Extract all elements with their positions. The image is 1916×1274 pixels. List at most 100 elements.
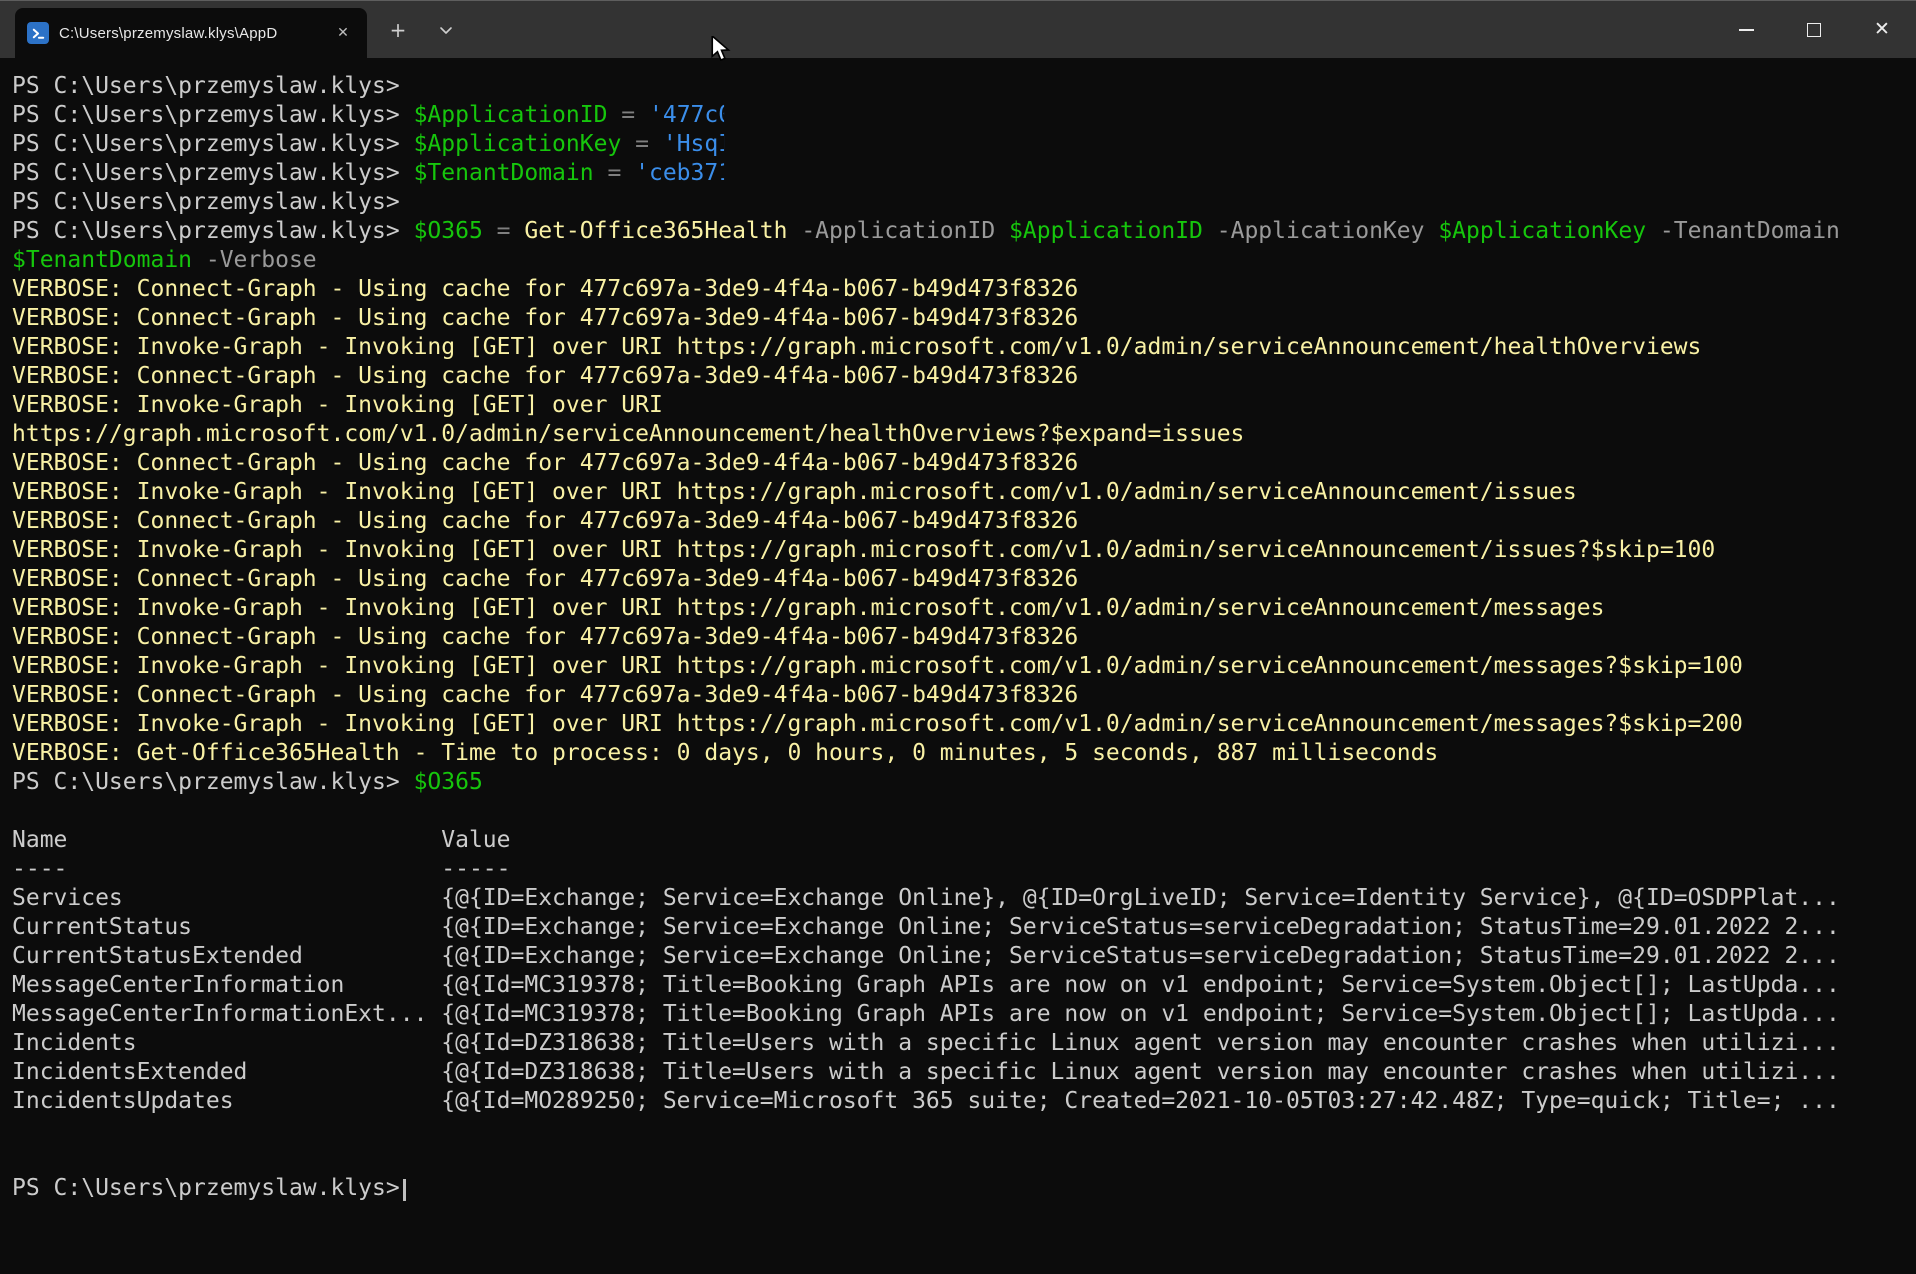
close-icon: ✕ — [337, 25, 349, 41]
terminal-line: IncidentsUpdates {@{Id=MO289250; Service… — [12, 1087, 1916, 1116]
terminal-line: VERBOSE: Invoke-Graph - Invoking [GET] o… — [12, 594, 1916, 623]
terminal-text-segment: VERBOSE: Invoke-Graph - Invoking [GET] o… — [12, 334, 1701, 360]
terminal-line: VERBOSE: Invoke-Graph - Invoking [GET] o… — [12, 536, 1916, 565]
terminal-line: Services {@{ID=Exchange; Service=Exchang… — [12, 884, 1916, 913]
powershell-icon — [27, 22, 49, 44]
terminal-text-segment: https://graph.microsoft.com/v1.0/admin/s… — [12, 421, 1244, 447]
terminal-line: VERBOSE: Connect-Graph - Using cache for… — [12, 449, 1916, 478]
terminal-text-segment: VERBOSE: Connect-Graph - Using cache for… — [12, 566, 1078, 592]
chevron-down-icon — [439, 23, 453, 37]
terminal-text-segment: PS C:\Users\przemyslaw.klys> — [12, 102, 414, 128]
terminal-text-segment: -Verbose — [192, 247, 317, 273]
terminal-text-segment: -TenantDomain — [1646, 218, 1840, 244]
terminal-text-segment: 1 — [718, 160, 732, 186]
terminal-line: PS C:\Users\przemyslaw.klys> $Applicatio… — [12, 130, 1916, 159]
terminal-line — [12, 1116, 1916, 1145]
terminal-text-segment: Services {@{ID=Exchange; Service=Exchang… — [12, 885, 1840, 911]
terminal-text-segment: $ApplicationID — [1009, 218, 1203, 244]
terminal-line: VERBOSE: Invoke-Graph - Invoking [GET] o… — [12, 333, 1916, 362]
terminal-text-segment: VERBOSE: Connect-Graph - Using cache for… — [12, 682, 1078, 708]
plus-icon: + — [390, 18, 407, 42]
terminal-line: VERBOSE: Connect-Graph - Using cache for… — [12, 565, 1916, 594]
terminal-text-segment: PS C:\Users\przemyslaw.klys> — [12, 769, 414, 795]
terminal-text-segment: = — [607, 102, 649, 128]
terminal-line: PS C:\Users\przemyslaw.klys> — [12, 1174, 1916, 1203]
terminal-text-segment: VERBOSE: Invoke-Graph - Invoking [GET] o… — [12, 479, 1577, 505]
close-icon: ✕ — [1874, 20, 1890, 39]
tab-close-button[interactable]: ✕ — [331, 21, 355, 45]
terminal-line: VERBOSE: Invoke-Graph - Invoking [GET] o… — [12, 652, 1916, 681]
terminal-output[interactable]: PS C:\Users\przemyslaw.klys>PS C:\Users\… — [0, 58, 1916, 1274]
terminal-text-segment: CurrentStatus {@{ID=Exchange; Service=Ex… — [12, 914, 1840, 940]
terminal-text-segment: $ApplicationID — [414, 102, 608, 128]
terminal-line: https://graph.microsoft.com/v1.0/admin/s… — [12, 420, 1916, 449]
terminal-text-segment: $TenantDomain — [414, 160, 594, 186]
terminal-line: $TenantDomain -Verbose — [12, 246, 1916, 275]
terminal-text-segment: = — [483, 218, 525, 244]
terminal-text-segment: IncidentsExtended {@{Id=DZ318638; Title=… — [12, 1059, 1840, 1085]
new-tab-button[interactable]: + — [381, 13, 415, 47]
terminal-line: PS C:\Users\przemyslaw.klys> $TenantDoma… — [12, 159, 1916, 188]
terminal-text-segment: 'ceb37 — [635, 160, 718, 186]
terminal-line: PS C:\Users\przemyslaw.klys> — [12, 188, 1916, 217]
terminal-line: IncidentsExtended {@{Id=DZ318638; Title=… — [12, 1058, 1916, 1087]
window-controls: ✕ — [1712, 1, 1916, 58]
terminal-text-segment: CurrentStatusExtended {@{ID=Exchange; Se… — [12, 943, 1840, 969]
terminal-line: MessageCenterInformationExt... {@{Id=MC3… — [12, 1000, 1916, 1029]
terminal-line: ---- ----- — [12, 855, 1916, 884]
titlebar: C:\Users\przemyslaw.klys\AppD ✕ + ✕ — [0, 0, 1916, 58]
terminal-line: VERBOSE: Invoke-Graph - Invoking [GET] o… — [12, 391, 1916, 420]
terminal-text-segment: VERBOSE: Invoke-Graph - Invoking [GET] o… — [12, 711, 1743, 737]
terminal-text-segment: VERBOSE: Invoke-Graph - Invoking [GET] o… — [12, 595, 1604, 621]
terminal-text-segment: PS C:\Users\przemyslaw.klys> — [12, 73, 400, 99]
terminal-text-segment: VERBOSE: Invoke-Graph - Invoking [GET] o… — [12, 392, 663, 418]
terminal-line — [12, 797, 1916, 826]
maximize-button[interactable] — [1780, 1, 1848, 58]
terminal-text-segment: I — [718, 131, 732, 157]
terminal-text-segment: = — [594, 160, 636, 186]
terminal-line: PS C:\Users\przemyslaw.klys> $O365 = Get… — [12, 217, 1916, 246]
terminal-line: VERBOSE: Connect-Graph - Using cache for… — [12, 275, 1916, 304]
terminal-line: VERBOSE: Connect-Graph - Using cache for… — [12, 304, 1916, 333]
terminal-text-segment: PS C:\Users\przemyslaw.klys> — [12, 1175, 400, 1201]
minimize-button[interactable] — [1712, 1, 1780, 58]
terminal-line: CurrentStatus {@{ID=Exchange; Service=Ex… — [12, 913, 1916, 942]
terminal-line: PS C:\Users\przemyslaw.klys> $Applicatio… — [12, 101, 1916, 130]
terminal-line: VERBOSE: Invoke-Graph - Invoking [GET] o… — [12, 710, 1916, 739]
terminal-text-segment: VERBOSE: Connect-Graph - Using cache for… — [12, 508, 1078, 534]
terminal-text-segment: MessageCenterInformation {@{Id=MC319378;… — [12, 972, 1840, 998]
terminal-tab[interactable]: C:\Users\przemyslaw.klys\AppD ✕ — [15, 8, 367, 58]
terminal-line: VERBOSE: Connect-Graph - Using cache for… — [12, 681, 1916, 710]
terminal-line: Name Value — [12, 826, 1916, 855]
terminal-text-segment: PS C:\Users\przemyslaw.klys> — [12, 189, 400, 215]
terminal-line: CurrentStatusExtended {@{ID=Exchange; Se… — [12, 942, 1916, 971]
terminal-line: VERBOSE: Connect-Graph - Using cache for… — [12, 362, 1916, 391]
terminal-text-segment: VERBOSE: Connect-Graph - Using cache for… — [12, 624, 1078, 650]
terminal-text-segment: VERBOSE: Invoke-Graph - Invoking [GET] o… — [12, 537, 1715, 563]
terminal-text-segment: 0 — [718, 102, 732, 128]
terminal-text-segment: -ApplicationID — [787, 218, 1009, 244]
terminal-text-segment: VERBOSE: Invoke-Graph - Invoking [GET] o… — [12, 653, 1743, 679]
terminal-text-segment: $ApplicationKey — [414, 131, 622, 157]
terminal-text-segment: 'Hsq — [663, 131, 718, 157]
tab-dropdown-button[interactable] — [429, 13, 463, 47]
terminal-text-segment: MessageCenterInformationExt... {@{Id=MC3… — [12, 1001, 1840, 1027]
tab-title: C:\Users\przemyslaw.klys\AppD — [59, 25, 325, 42]
terminal-text-segment: Incidents {@{Id=DZ318638; Title=Users wi… — [12, 1030, 1840, 1056]
terminal-line — [12, 1145, 1916, 1174]
terminal-text-segment: Get-Office365Health — [524, 218, 787, 244]
terminal-line: PS C:\Users\przemyslaw.klys> — [12, 72, 1916, 101]
terminal-text-segment: PS C:\Users\przemyslaw.klys> — [12, 160, 414, 186]
terminal-text-segment: ---- ----- — [12, 856, 511, 882]
terminal-text-segment: VERBOSE: Connect-Graph - Using cache for… — [12, 305, 1078, 331]
terminal-line: VERBOSE: Invoke-Graph - Invoking [GET] o… — [12, 478, 1916, 507]
terminal-text-segment: IncidentsUpdates {@{Id=MO289250; Service… — [12, 1088, 1840, 1114]
maximize-icon — [1807, 23, 1821, 37]
terminal-line: VERBOSE: Connect-Graph - Using cache for… — [12, 507, 1916, 536]
terminal-text-segment: VERBOSE: Connect-Graph - Using cache for… — [12, 276, 1078, 302]
close-button[interactable]: ✕ — [1848, 1, 1916, 58]
terminal-text-segment: Name Value — [12, 827, 511, 853]
terminal-line: VERBOSE: Get-Office365Health - Time to p… — [12, 739, 1916, 768]
terminal-text-segment: '477c — [649, 102, 718, 128]
terminal-text-segment: PS C:\Users\przemyslaw.klys> — [12, 131, 414, 157]
